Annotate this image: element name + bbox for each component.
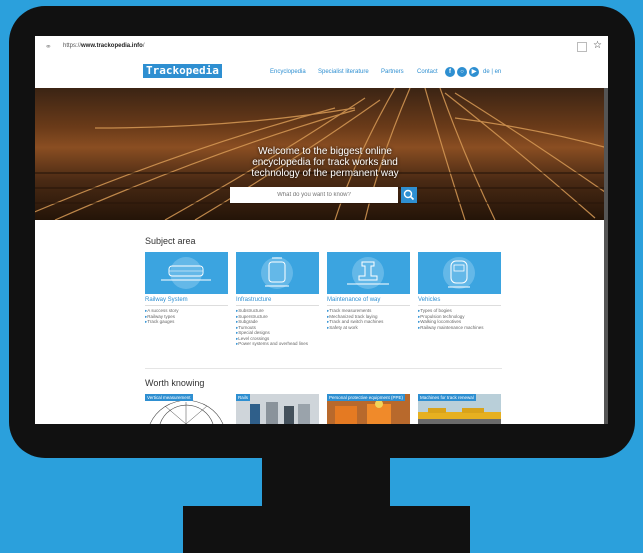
card-divider <box>145 305 228 306</box>
search-button[interactable] <box>401 187 417 203</box>
locomotive-icon <box>443 257 475 289</box>
card-label: Personal protective equipment (PPE) <box>327 394 406 401</box>
infrastructure-image[interactable] <box>236 252 319 294</box>
list-item[interactable]: Safety at work <box>327 325 417 331</box>
nav-link-partners[interactable]: Partners <box>381 69 404 75</box>
rail-profile-icon <box>347 257 389 289</box>
url-domain: www.trackopedia.info <box>81 43 143 49</box>
list-item[interactable]: Power systems and overhead lines <box>236 341 326 347</box>
worth-knowing-card-vertical-measurement[interactable]: Vertical measurement <box>145 394 228 424</box>
browser-screen: ⚭ https://www.trackopedia.info/ ☆ Tracko… <box>35 36 608 424</box>
card-divider <box>236 305 319 306</box>
nav-link-contact[interactable]: Contact <box>417 69 438 75</box>
worth-knowing-card-track-renewal[interactable]: Machines for track renewal <box>418 394 501 424</box>
monitor-neck <box>262 455 390 507</box>
language-switch[interactable]: de | en <box>483 69 501 75</box>
card-label: Vertical measurement <box>145 394 193 401</box>
vehicles-title[interactable]: Vehicles <box>418 297 440 303</box>
facebook-icon[interactable]: f <box>445 67 455 77</box>
section-divider <box>145 368 502 369</box>
worth-knowing-card-rails[interactable]: Rails <box>236 394 319 424</box>
railway-system-image[interactable] <box>145 252 228 294</box>
hero-title: Welcome to the biggest online encycloped… <box>251 146 399 179</box>
tram-icon <box>261 257 293 289</box>
card-label: Rails <box>236 394 251 401</box>
extension-icon[interactable] <box>577 42 587 52</box>
site-logo[interactable]: Trackopedia <box>143 64 222 78</box>
maintenance-of-way-image[interactable] <box>327 252 410 294</box>
vehicles-list: Types of bogies Propulsion technology Wa… <box>418 308 508 330</box>
card-label: Machines for track renewal <box>418 394 476 401</box>
url-text[interactable]: https://www.trackopedia.info/ <box>63 43 144 49</box>
infrastructure-title[interactable]: Infrastructure <box>236 297 271 303</box>
nav-link-encyclopedia[interactable]: Encyclopedia <box>270 69 306 75</box>
worth-knowing-card-ppe[interactable]: Personal protective equipment (PPE) <box>327 394 410 424</box>
maintenance-of-way-list: Track measurements Mechanized track layi… <box>327 308 417 330</box>
vehicles-image[interactable] <box>418 252 501 294</box>
train-icon <box>161 257 211 289</box>
url-prefix: https:// <box>63 43 82 49</box>
infrastructure-list: Substructure Superstructure Subgrade Tur… <box>236 308 326 347</box>
subject-area-title: Subject area <box>145 236 196 246</box>
site-header: Trackopedia Encyclopedia Specialist lite… <box>35 58 608 88</box>
list-item[interactable]: Track gauges <box>145 319 235 325</box>
railway-system-title[interactable]: Railway System <box>145 297 188 303</box>
page-scrollbar[interactable] <box>604 88 608 424</box>
address-bar[interactable]: ⚭ https://www.trackopedia.info/ ☆ <box>35 36 608 59</box>
card-divider <box>418 305 501 306</box>
hero-banner: Welcome to the biggest online encycloped… <box>35 88 608 220</box>
railway-system-list: A success story Railway types Track gaug… <box>145 308 235 325</box>
list-item[interactable]: Railway maintenance machines <box>418 325 508 331</box>
card-divider <box>327 305 410 306</box>
nav-link-specialist-literature[interactable]: Specialist literature <box>318 69 369 75</box>
youtube-icon[interactable]: ▶ <box>469 67 479 77</box>
instagram-icon[interactable]: ○ <box>457 67 467 77</box>
search-input[interactable] <box>230 187 398 203</box>
search-icon <box>403 189 415 201</box>
url-suffix: / <box>142 43 145 49</box>
worth-knowing-title: Worth knowing <box>145 378 205 388</box>
maintenance-of-way-title[interactable]: Maintenance of way <box>327 297 380 303</box>
monitor-base <box>183 506 470 553</box>
lock-icon: ⚭ <box>45 42 52 51</box>
bookmark-star-icon[interactable]: ☆ <box>593 40 602 51</box>
